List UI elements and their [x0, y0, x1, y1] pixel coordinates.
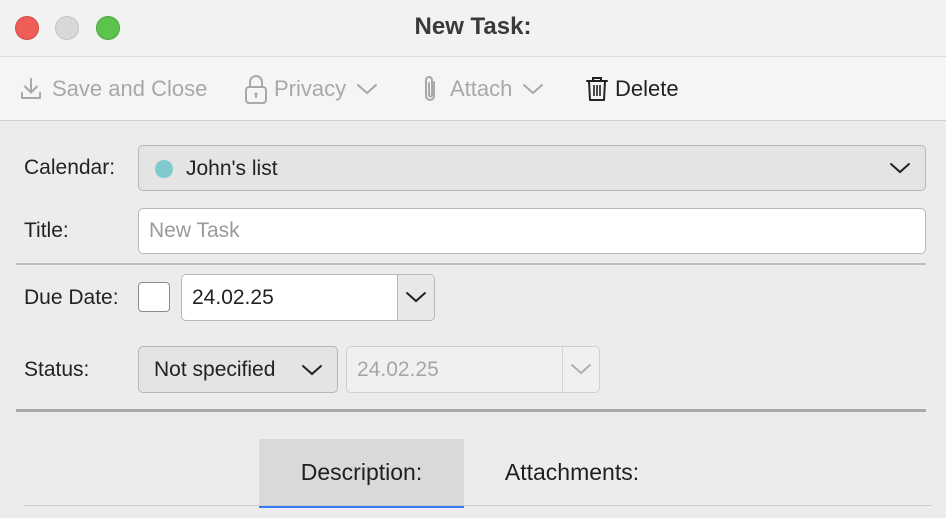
due-date-field[interactable]: 24.02.25 [181, 274, 435, 321]
chevron-down-icon [889, 161, 911, 180]
trash-icon [585, 75, 609, 103]
calendar-label: Calendar: [24, 156, 116, 179]
attach-label: Attach [450, 76, 513, 101]
status-date-value: 24.02.25 [357, 357, 439, 381]
status-label: Status: [24, 358, 90, 381]
status-date-dropdown-button[interactable] [562, 347, 599, 392]
save-and-close-button[interactable]: Save and Close [20, 73, 207, 105]
tab-attachments-label: Attachments: [504, 458, 640, 485]
save-and-close-label: Save and Close [52, 76, 208, 101]
calendar-select-value: John's list [186, 157, 278, 180]
calendar-select[interactable]: John's list [138, 145, 926, 191]
chevron-down-icon [405, 286, 427, 310]
tab-bar-baseline [24, 505, 932, 506]
calendar-color-dot [155, 160, 173, 178]
title-label: Title: [24, 219, 69, 242]
divider [16, 409, 926, 412]
title-bar: New Task: [0, 0, 946, 56]
status-select-value: Not specified [154, 358, 276, 381]
privacy-menu-button[interactable]: Privacy [244, 73, 378, 105]
title-input[interactable]: New Task [138, 208, 926, 254]
due-date-dropdown-button[interactable] [397, 275, 434, 320]
chevron-down-icon [570, 358, 592, 382]
chevron-down-icon [522, 82, 544, 96]
divider [16, 263, 926, 265]
tab-description-label: Description: [300, 458, 423, 485]
lock-icon [244, 73, 268, 105]
paperclip-icon [422, 74, 440, 104]
status-select[interactable]: Not specified [138, 346, 338, 393]
tab-description[interactable]: Description: [259, 439, 464, 508]
due-date-checkbox[interactable] [138, 282, 170, 312]
privacy-label: Privacy [274, 76, 347, 101]
delete-button[interactable]: Delete [585, 73, 679, 105]
delete-label: Delete [615, 76, 679, 101]
download-icon [20, 77, 42, 101]
window-title: New Task: [414, 13, 532, 40]
toolbar: Save and Close Privacy Attach Delete [0, 56, 946, 121]
tab-attachments[interactable]: Attachments: [472, 439, 672, 505]
attach-menu-button[interactable]: Attach [422, 73, 544, 105]
due-date-value: 24.02.25 [192, 285, 274, 309]
chevron-down-icon [356, 82, 378, 96]
status-date-field[interactable]: 24.02.25 [346, 346, 600, 393]
chevron-down-icon [301, 363, 323, 382]
due-date-label: Due Date: [24, 286, 119, 309]
